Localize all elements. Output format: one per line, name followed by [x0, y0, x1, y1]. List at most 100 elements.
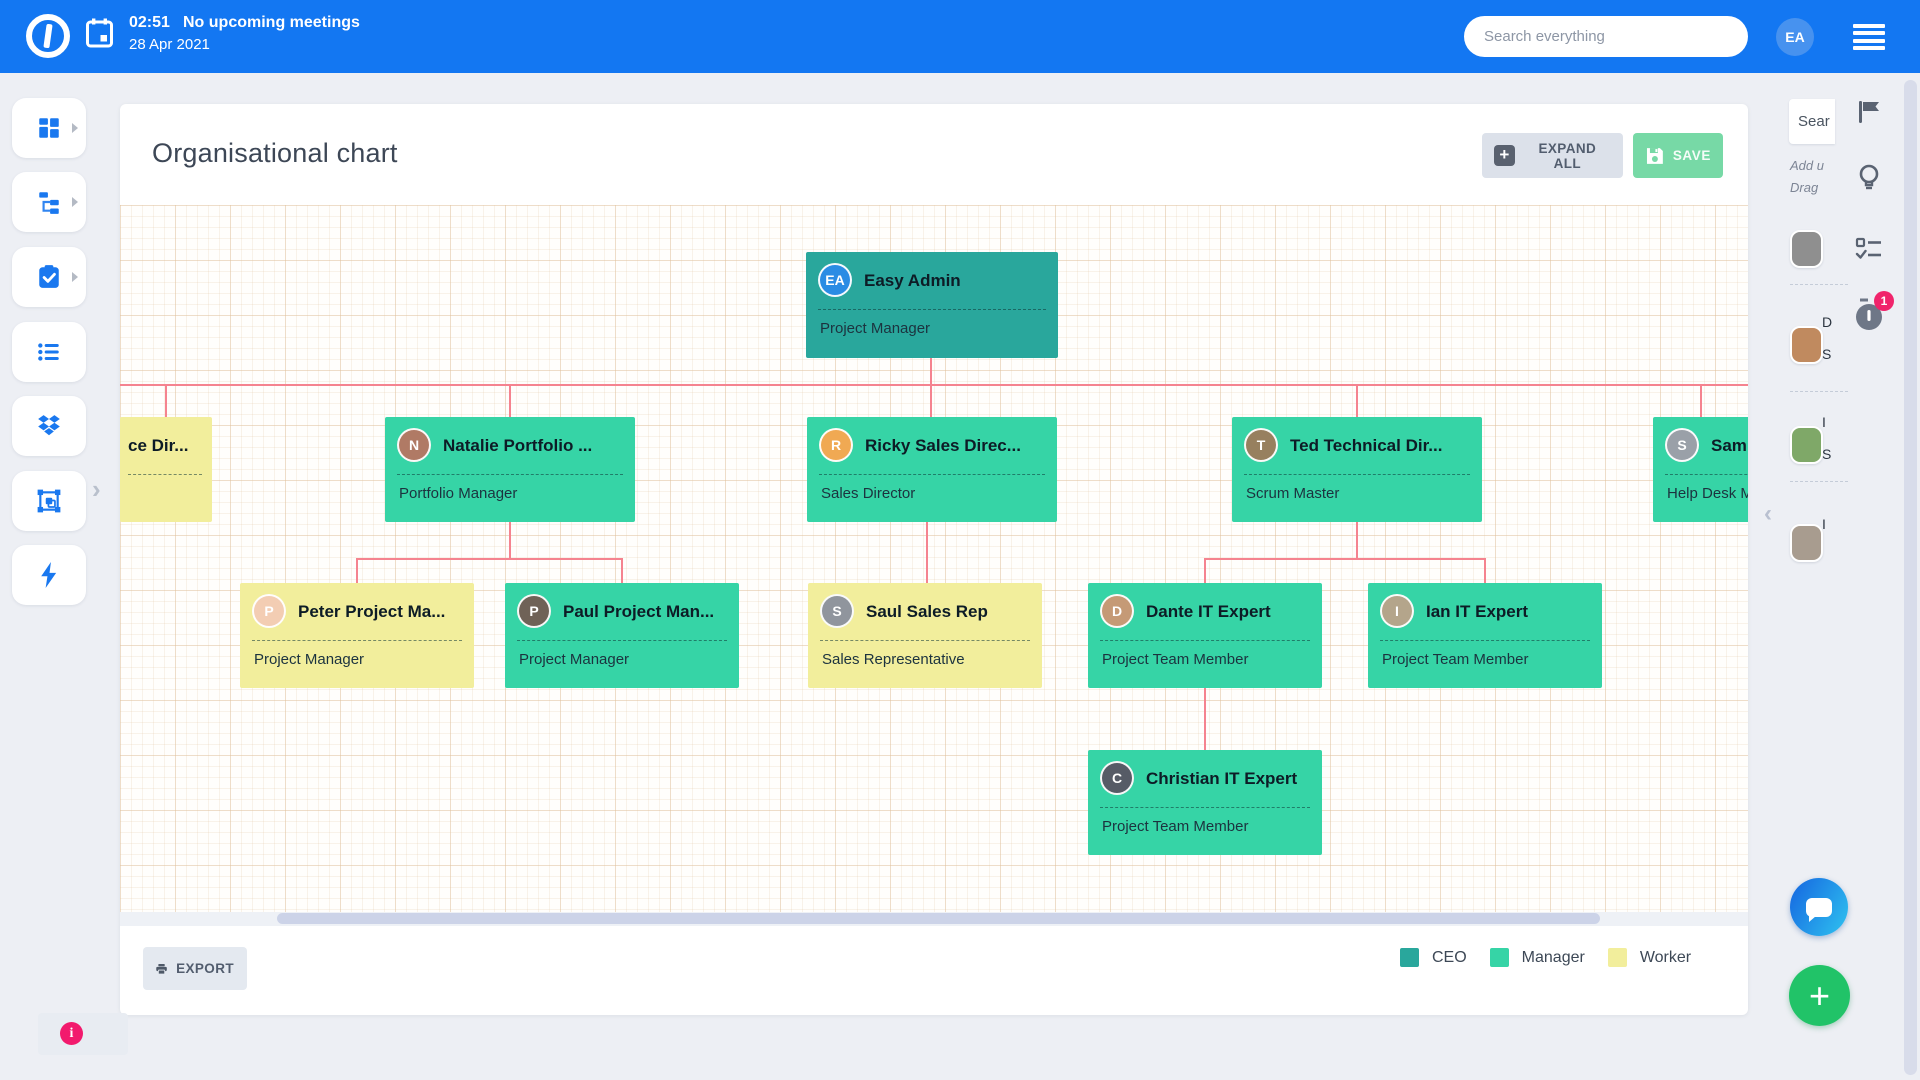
org-node[interactable]: R Ricky Sales Direc... Sales Director [807, 417, 1057, 522]
current-date: 28 Apr 2021 [129, 36, 210, 53]
sidebar-item-tasks[interactable] [12, 247, 86, 307]
org-node[interactable]: T Ted Technical Dir... Scrum Master [1232, 417, 1482, 522]
org-node-role: Project Team Member [1102, 651, 1316, 668]
org-node-role: Sales Representative [822, 651, 1036, 668]
connector-line [621, 558, 623, 583]
avatar: I [1380, 594, 1414, 628]
divider [819, 474, 1045, 475]
checklist-icon[interactable] [1852, 232, 1886, 266]
lightbulb-icon[interactable] [1852, 160, 1886, 194]
connector-line [1356, 522, 1358, 558]
panel-user-avatar[interactable] [1790, 230, 1823, 268]
legend-item-worker: Worker [1608, 948, 1691, 967]
connector-line [356, 558, 358, 583]
divider [1380, 640, 1590, 641]
org-node[interactable]: P Peter Project Ma... Project Manager [240, 583, 474, 688]
panel-collapse-icon[interactable]: ‹ [1764, 500, 1772, 528]
save-button[interactable]: SAVE [1633, 133, 1723, 178]
divider [128, 474, 202, 475]
connector-line [1204, 558, 1206, 583]
org-node[interactable]: EA Easy Admin Project Manager [806, 252, 1058, 358]
chat-icon [1806, 898, 1832, 917]
chevron-right-icon [72, 123, 78, 133]
info-icon[interactable]: i [60, 1022, 83, 1045]
org-node-name: Ted Technical Dir... [1290, 436, 1474, 456]
panel-user-avatar[interactable] [1790, 326, 1823, 364]
divider [1244, 474, 1470, 475]
org-node[interactable]: N Natalie Portfolio ... Portfolio Manage… [385, 417, 635, 522]
add-button[interactable]: + [1789, 965, 1850, 1026]
avatar: N [397, 428, 431, 462]
org-node-name: Natalie Portfolio ... [443, 436, 627, 456]
page-title: Organisational chart [152, 138, 398, 169]
divider [818, 309, 1046, 310]
horizontal-scrollbar-thumb[interactable] [277, 913, 1600, 924]
panel-search-input[interactable] [1789, 99, 1835, 144]
divider [1100, 640, 1310, 641]
connector-line [930, 358, 932, 384]
org-node[interactable]: I Ian IT Expert Project Team Member [1368, 583, 1602, 688]
plus-icon: + [1494, 145, 1515, 166]
calendar-icon[interactable] [86, 18, 113, 48]
org-node[interactable]: P Paul Project Man... Project Manager [505, 583, 739, 688]
avatar: S [1665, 428, 1699, 462]
connector-line [926, 522, 928, 583]
panel-user-status: S [1822, 446, 1834, 462]
menu-icon[interactable] [1853, 24, 1885, 50]
org-node-name: Christian IT Expert [1146, 769, 1314, 789]
avatar: P [517, 594, 551, 628]
org-node-name: ce Dir... [128, 436, 204, 456]
legend-item-ceo: CEO [1400, 948, 1467, 967]
divider [1100, 807, 1310, 808]
divider [820, 640, 1030, 641]
connector-line [356, 558, 623, 560]
sidebar-item-dropbox[interactable] [12, 396, 86, 456]
sidebar-item-list[interactable] [12, 322, 86, 382]
list-icon [36, 339, 62, 365]
app-logo-icon[interactable] [26, 14, 70, 58]
org-node-role: Project Manager [519, 651, 733, 668]
panel-user-name: D [1822, 314, 1834, 330]
sidebar-expand-handle[interactable]: › [92, 474, 101, 505]
chevron-right-icon [72, 272, 78, 282]
panel-divider [1790, 284, 1848, 285]
expand-all-button[interactable]: + EXPAND ALL [1482, 133, 1623, 178]
top-bar: 02:51 No upcoming meetings 28 Apr 2021 E… [0, 0, 1920, 73]
chat-button[interactable] [1790, 878, 1848, 936]
user-avatar[interactable]: EA [1776, 18, 1814, 56]
export-button[interactable]: EXPORT [143, 947, 247, 990]
panel-user-status: S [1822, 346, 1834, 362]
org-node-name: Ricky Sales Direc... [865, 436, 1049, 456]
org-node-role: Sales Director [821, 485, 1051, 502]
avatar: EA [818, 263, 852, 297]
org-node[interactable]: S Saul Sales Rep Sales Representative [808, 583, 1042, 688]
sidebar-item-boards[interactable] [12, 471, 86, 531]
search-input[interactable] [1464, 16, 1748, 57]
artboard-icon [36, 488, 62, 514]
org-node[interactable]: D Dante IT Expert Project Team Member [1088, 583, 1322, 688]
notification-badge: 1 [1874, 291, 1894, 311]
org-node[interactable]: S Sam S Help Desk M [1653, 417, 1748, 522]
avatar: R [819, 428, 853, 462]
org-node-role: Project Team Member [1382, 651, 1596, 668]
org-node-role: Project Team Member [1102, 818, 1316, 835]
org-node-name: Peter Project Ma... [298, 602, 466, 622]
connector-line [1204, 558, 1486, 560]
panel-user-avatar[interactable] [1790, 426, 1823, 464]
sidebar-item-quick-actions[interactable] [12, 545, 86, 605]
org-chart-canvas[interactable]: EA Easy Admin Project Manager ce Dir... … [120, 205, 1748, 912]
connector-line [120, 384, 1748, 386]
org-node[interactable]: ce Dir... [120, 417, 212, 522]
panel-user-avatar[interactable] [1790, 524, 1823, 562]
vertical-scrollbar[interactable] [1904, 80, 1917, 1075]
avatar: C [1100, 761, 1134, 795]
connector-line [1700, 384, 1702, 417]
org-node[interactable]: C Christian IT Expert Project Team Membe… [1088, 750, 1322, 855]
org-node-name: Sam S [1711, 436, 1748, 456]
sidebar-item-dashboard[interactable] [12, 98, 86, 158]
sidebar-item-org-structure[interactable] [12, 172, 86, 232]
legend-swatch-worker [1608, 948, 1627, 967]
org-node-role: Help Desk M [1667, 485, 1748, 502]
flag-icon[interactable] [1852, 95, 1886, 129]
divider [252, 640, 462, 641]
